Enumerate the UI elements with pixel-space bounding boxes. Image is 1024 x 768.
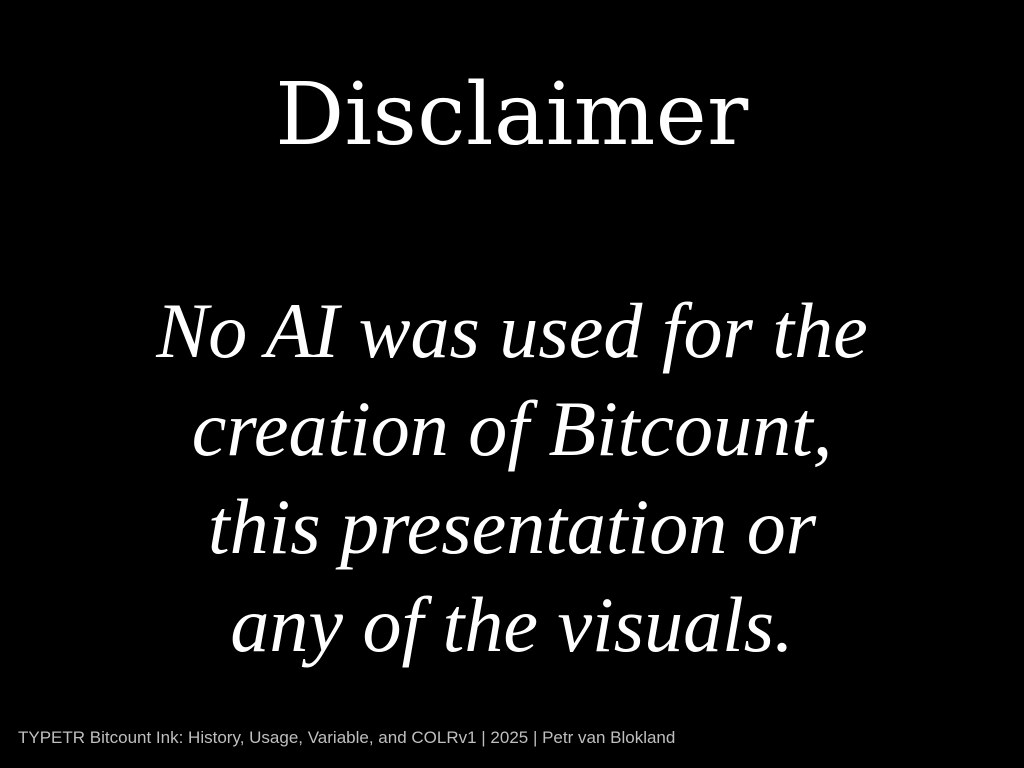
slide-title: Disclaimer (275, 65, 749, 165)
disclaimer-line: this presentation or (207, 483, 817, 570)
slide-footer: TYPETR Bitcount Ink: History, Usage, Var… (18, 728, 676, 747)
disclaimer-line: No AI was used for the (156, 287, 868, 374)
disclaimer-text: No AI was used for the creation of Bitco… (32, 282, 992, 674)
disclaimer-line: any of the visuals. (230, 581, 794, 668)
presentation-slide: Disclaimer No AI was used for the creati… (0, 0, 1024, 768)
disclaimer-line: creation of Bitcount, (191, 385, 833, 472)
